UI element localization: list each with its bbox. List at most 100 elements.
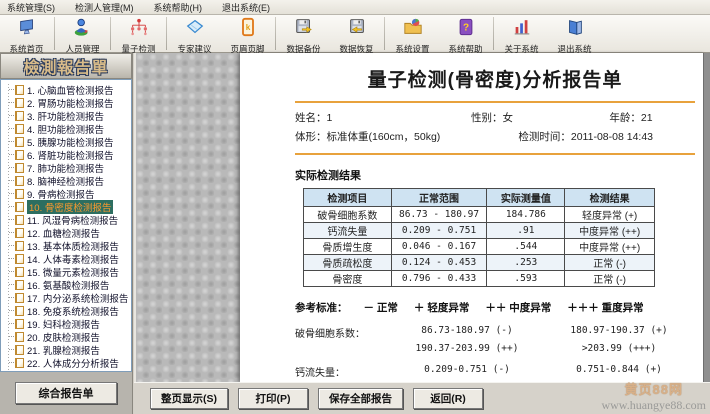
tree-connector bbox=[9, 141, 14, 142]
legend-moderate: ＋＋ 中度异常 bbox=[485, 300, 551, 315]
report-item-constitution[interactable]: 13. 基本体质检测报告 bbox=[5, 239, 131, 252]
document-icon bbox=[15, 254, 24, 264]
tree-connector bbox=[9, 297, 14, 298]
document-icon bbox=[15, 189, 24, 199]
sidebar-footer: 综合报告单 bbox=[0, 372, 132, 414]
results-section-title: 实际检测结果 bbox=[295, 167, 695, 183]
expert-advice-button[interactable]: 专家建议 bbox=[168, 15, 221, 52]
patient-gender: 性别：女 bbox=[471, 110, 567, 125]
document-icon bbox=[15, 267, 24, 277]
tree-connector bbox=[9, 102, 14, 103]
report-item-label: 9. 骨病检测报告 bbox=[27, 187, 95, 201]
document-icon bbox=[15, 228, 24, 238]
cell-item: 骨质增生度 bbox=[304, 239, 392, 255]
full-page-view-button[interactable]: 整页显示(S) bbox=[150, 388, 228, 409]
menu-bar: 系统管理(S) 检测人管理(M) 系统帮助(H) 退出系统(E) bbox=[0, 0, 710, 15]
report-item-trace-elements[interactable]: 15. 微量元素检测报告 bbox=[5, 265, 131, 278]
settings-button[interactable]: 系统设置 bbox=[386, 15, 439, 52]
report-item-immune[interactable]: 18. 免疫系统检测报告 bbox=[5, 304, 131, 317]
patient-info-row-2: 体形：标准体重(160cm，50kg) 检测时间：2011-08-08 14:4… bbox=[295, 129, 695, 144]
home-icon bbox=[17, 17, 37, 42]
toolbar-separator bbox=[110, 17, 111, 50]
document-icon bbox=[15, 163, 24, 173]
report-item-endocrine[interactable]: 17. 内分泌系统检测报告 bbox=[5, 291, 131, 304]
data-backup-button[interactable]: 数据备份 bbox=[277, 15, 330, 52]
report-item-kidney[interactable]: 6. 肾脏功能检测报告 bbox=[5, 148, 131, 161]
document-icon bbox=[15, 358, 24, 368]
reference-legend: 参考标准： － 正常 ＋ 轻度异常 ＋＋ 中度异常 ＋＋＋ 重度异常 bbox=[295, 300, 695, 315]
report-item-label: 21. 乳腺检测报告 bbox=[27, 343, 100, 357]
cell-measured: .593 bbox=[487, 271, 565, 287]
sidebar: 檢測報告單 1. 心脑血管检测报告 2. 胃肠功能检测报告 3. 肝功能检测报告… bbox=[0, 53, 133, 414]
document-icon bbox=[15, 280, 24, 290]
people-management-button[interactable]: 人员管理 bbox=[56, 15, 109, 52]
cell-measured: 184.786 bbox=[487, 207, 565, 223]
report-item-label: 17. 内分泌系统检测报告 bbox=[27, 291, 128, 305]
report-item-brain-nerve[interactable]: 8. 脑神经检测报告 bbox=[5, 174, 131, 187]
vertical-scrollbar[interactable] bbox=[703, 53, 710, 382]
patient-name: 姓名：1 bbox=[295, 110, 471, 125]
data-restore-icon bbox=[347, 17, 367, 42]
report-item-pancreas[interactable]: 5. 胰腺功能检测报告 bbox=[5, 135, 131, 148]
report-item-label: 16. 氨基酸检测报告 bbox=[27, 278, 109, 292]
report-item-lung[interactable]: 7. 肺功能检测报告 bbox=[5, 161, 131, 174]
report-item-liver[interactable]: 3. 肝功能检测报告 bbox=[5, 109, 131, 122]
print-button[interactable]: 打印(P) bbox=[238, 388, 308, 409]
toolbar-separator bbox=[275, 17, 276, 50]
report-item-gastro[interactable]: 2. 胃肠功能检测报告 bbox=[5, 96, 131, 109]
quantum-detect-button[interactable]: 量子检测 bbox=[112, 15, 165, 52]
reference-range: 190.37-203.99 (++) bbox=[391, 343, 543, 354]
report-item-toxins[interactable]: 14. 人体毒素检测报告 bbox=[5, 252, 131, 265]
document-icon bbox=[15, 332, 24, 342]
report-item-label: 4. 胆功能检测报告 bbox=[27, 122, 104, 136]
report-item-gynecology[interactable]: 19. 妇科检测报告 bbox=[5, 317, 131, 330]
workspace: 量子检测(骨密度)分析报告单 姓名：1 性别：女 年龄：21 体形：标准体重(1… bbox=[134, 53, 710, 382]
divider-rule-bottom bbox=[295, 153, 695, 155]
report-item-amino-acid[interactable]: 16. 氨基酸检测报告 bbox=[5, 278, 131, 291]
document-icon bbox=[15, 319, 24, 329]
report-item-skin[interactable]: 20. 皮肤检测报告 bbox=[5, 330, 131, 343]
report-item-label: 19. 妇科检测报告 bbox=[27, 317, 100, 331]
tree-connector bbox=[9, 167, 14, 168]
tree-connector bbox=[9, 115, 14, 116]
menu-system-help[interactable]: 系统帮助(H) bbox=[151, 0, 206, 15]
reference-entry-line2: 190.37-203.99 (++) >203.99 (+++) bbox=[295, 343, 695, 354]
report-item-body-composition[interactable]: 22. 人体成分分析报告 bbox=[5, 356, 131, 369]
report-list: 1. 心脑血管检测报告 2. 胃肠功能检测报告 3. 肝功能检测报告 4. 胆功… bbox=[0, 79, 132, 372]
report-item-bone-density-selected[interactable]: 10. 骨密度检测报告 bbox=[5, 200, 131, 213]
report-item-rheumatism[interactable]: 11. 风湿骨病检测报告 bbox=[5, 213, 131, 226]
report-page: 量子检测(骨密度)分析报告单 姓名：1 性别：女 年龄：21 体形：标准体重(1… bbox=[240, 53, 705, 382]
reference-entry: 破骨细胞系数： 86.73-180.97 (-) 180.97-190.37 (… bbox=[295, 325, 695, 340]
system-help-button[interactable]: ? 系统帮助 bbox=[439, 15, 492, 52]
settings-icon bbox=[403, 17, 423, 42]
data-restore-button[interactable]: 数据恢复 bbox=[330, 15, 383, 52]
composite-report-button[interactable]: 综合报告单 bbox=[15, 382, 117, 404]
return-button[interactable]: 返回(R) bbox=[413, 388, 483, 409]
report-item-blood-sugar[interactable]: 12. 血糖检测报告 bbox=[5, 226, 131, 239]
report-item-cardio[interactable]: 1. 心脑血管检测报告 bbox=[5, 83, 131, 96]
tree-connector bbox=[9, 349, 14, 350]
menu-exit-system[interactable]: 退出系统(E) bbox=[219, 0, 273, 15]
reference-range: 86.73-180.97 (-) bbox=[391, 325, 543, 340]
about-system-button[interactable]: 关于系统 bbox=[495, 15, 548, 52]
report-item-gallbladder[interactable]: 4. 胆功能检测报告 bbox=[5, 122, 131, 135]
home-button[interactable]: 系统首页 bbox=[0, 15, 53, 52]
header-footer-button[interactable]: k 页眉页脚 bbox=[221, 15, 274, 52]
reference-range: 180.97-190.37 (+) bbox=[543, 325, 695, 340]
exit-system-button[interactable]: 退出系统 bbox=[548, 15, 601, 52]
menu-personnel-management[interactable]: 检测人管理(M) bbox=[72, 0, 137, 15]
tree-connector bbox=[9, 232, 14, 233]
document-icon bbox=[15, 98, 24, 108]
cell-result: 中度异常 (++) bbox=[565, 223, 655, 239]
menu-system-management[interactable]: 系统管理(S) bbox=[4, 0, 58, 15]
tree-connector bbox=[9, 128, 14, 129]
tree-connector bbox=[9, 245, 14, 246]
save-all-reports-button[interactable]: 保存全部报告 bbox=[318, 388, 403, 409]
report-item-label: 2. 胃肠功能检测报告 bbox=[27, 96, 114, 110]
report-item-breast[interactable]: 21. 乳腺检测报告 bbox=[5, 343, 131, 356]
reference-range: 0.751-0.844 (+) bbox=[543, 364, 695, 379]
document-icon bbox=[15, 150, 24, 160]
legend-mild: ＋ 轻度异常 bbox=[414, 300, 469, 315]
report-item-bone-disease[interactable]: 9. 骨病检测报告 bbox=[5, 187, 131, 200]
reference-label: 参考标准： bbox=[295, 300, 348, 315]
